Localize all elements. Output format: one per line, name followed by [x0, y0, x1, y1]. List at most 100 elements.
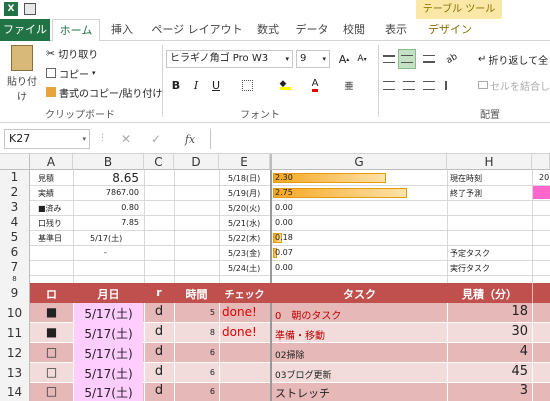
row-header[interactable]: 10	[0, 303, 30, 323]
table-header-estimate[interactable]: 見積（分）	[447, 286, 532, 302]
phonetic-button[interactable]: 亜	[338, 76, 360, 94]
column-header-a[interactable]: A	[30, 154, 73, 170]
name-box[interactable]: K27 ▾	[4, 129, 90, 149]
enter-icon[interactable]: ✓	[148, 131, 164, 147]
task-estimate[interactable]: 30	[447, 324, 528, 339]
task-checkbox[interactable]: ■	[30, 325, 73, 339]
task-checkbox[interactable]: □	[30, 365, 73, 379]
font-size-select[interactable]: 9 ▾	[296, 50, 330, 68]
italic-button[interactable]: I	[188, 76, 204, 94]
task-date[interactable]: 5/17(土)	[73, 305, 144, 322]
task-name[interactable]: 準備・移動	[275, 327, 325, 342]
task-name[interactable]: 0 朝のタスク	[275, 307, 341, 322]
tab-file[interactable]: ファイル	[0, 19, 50, 41]
tab-formulas[interactable]: 数式	[248, 19, 288, 41]
task-time[interactable]: 5	[174, 308, 215, 317]
task-time[interactable]: 8	[174, 328, 215, 337]
column-header-d[interactable]: D	[174, 154, 219, 170]
row-header[interactable]: 9	[0, 283, 30, 303]
row-header[interactable]: 11	[0, 323, 30, 343]
task-date[interactable]: 5/17(土)	[73, 345, 144, 362]
row-header[interactable]: 1	[0, 170, 30, 185]
wrap-text-button[interactable]: ↵ 折り返して全	[478, 50, 550, 68]
task-time[interactable]: 6	[174, 368, 215, 377]
task-estimate[interactable]: 4	[447, 344, 528, 359]
column-header-e[interactable]: E	[219, 154, 270, 170]
merge-button[interactable]: セルを結合し	[478, 76, 550, 94]
tab-page-layout[interactable]: ページ レイアウト	[148, 19, 246, 41]
task-checkbox[interactable]: ■	[30, 305, 73, 319]
align-center-button[interactable]	[400, 76, 418, 94]
align-bottom-button[interactable]	[420, 50, 438, 68]
borders-button[interactable]	[236, 76, 258, 94]
align-right-button[interactable]	[420, 76, 438, 94]
task-estimate[interactable]: 3	[447, 383, 528, 398]
row-header[interactable]: 5	[0, 230, 30, 245]
task-name[interactable]: ストレッチ	[275, 385, 330, 401]
row-header[interactable]: 12	[0, 343, 30, 363]
task-date[interactable]: 5/17(土)	[73, 384, 144, 401]
tab-review[interactable]: 校閲	[336, 19, 372, 41]
task-r[interactable]: d	[144, 383, 174, 398]
align-left-button[interactable]	[380, 76, 398, 94]
align-middle-button[interactable]	[398, 49, 416, 69]
row-header[interactable]: 13	[0, 363, 30, 383]
task-r[interactable]: d	[144, 324, 174, 339]
tab-home[interactable]: ホーム	[52, 19, 100, 41]
bold-button[interactable]: B	[168, 76, 184, 94]
tab-data[interactable]: データ	[292, 19, 332, 41]
font-color-button[interactable]: A	[304, 76, 326, 94]
tab-design[interactable]: デザイン	[420, 19, 480, 41]
task-checkbox[interactable]: □	[30, 384, 73, 398]
column-header-i[interactable]	[532, 154, 550, 170]
row-header[interactable]: 3	[0, 200, 30, 215]
tab-insert[interactable]: 挿入	[104, 19, 140, 41]
cancel-icon[interactable]: ✕	[118, 131, 134, 147]
save-icon[interactable]	[24, 3, 36, 15]
row-header[interactable]: 14	[0, 383, 30, 401]
task-r[interactable]: d	[144, 304, 174, 319]
table-header-check[interactable]: チェック	[219, 286, 270, 301]
task-check[interactable]: done!	[222, 305, 257, 319]
task-name[interactable]: 03ブログ更新	[275, 368, 331, 381]
row-header[interactable]: 4	[0, 215, 30, 230]
font-name-select[interactable]: ヒラギノ角ゴ Pro W3 ▾	[166, 50, 293, 68]
indent-button[interactable]	[442, 76, 460, 94]
spreadsheet-grid[interactable]: A B C D E G H 1 2 3 4 5 6 7 8 9 10 11 12…	[0, 154, 550, 401]
task-r[interactable]: d	[144, 344, 174, 359]
table-header-task[interactable]: タスク	[272, 286, 447, 302]
table-header-box[interactable]: ロ	[30, 286, 73, 302]
excel-icon[interactable]: X	[4, 2, 18, 16]
table-header-date[interactable]: 月日	[73, 286, 144, 302]
column-header-b[interactable]: B	[73, 154, 144, 170]
copy-button[interactable]: コピー ▾	[46, 65, 96, 81]
task-name[interactable]: 02掃除	[275, 348, 304, 361]
table-header-r[interactable]: r	[144, 286, 174, 299]
column-header-h[interactable]: H	[447, 154, 532, 170]
cut-button[interactable]: ✂ 切り取り	[46, 45, 98, 61]
task-time[interactable]: 6	[174, 387, 215, 396]
row-header[interactable]: 7	[0, 260, 30, 275]
task-estimate[interactable]: 45	[447, 364, 528, 379]
format-painter-button[interactable]: 書式のコピー/貼り付け	[46, 84, 162, 100]
table-header-time[interactable]: 時間	[174, 286, 219, 302]
task-estimate[interactable]: 18	[447, 304, 528, 319]
column-header-g[interactable]: G	[270, 154, 447, 170]
fill-color-button[interactable]: ◆	[274, 76, 296, 94]
task-r[interactable]: d	[144, 364, 174, 379]
row-header[interactable]: 6	[0, 245, 30, 260]
task-date[interactable]: 5/17(土)	[73, 365, 144, 382]
increase-font-button[interactable]: A ▴	[336, 50, 352, 68]
column-header-c[interactable]: C	[144, 154, 174, 170]
underline-button[interactable]: U	[208, 76, 224, 94]
tab-view[interactable]: 表示	[378, 19, 414, 41]
decrease-font-button[interactable]: A ▾	[354, 50, 370, 68]
row-header[interactable]: 2	[0, 185, 30, 200]
orientation-button[interactable]: ab	[439, 46, 465, 72]
paste-button[interactable]: 貼り付け	[4, 43, 40, 105]
select-all-corner[interactable]	[0, 154, 30, 170]
task-date[interactable]: 5/17(土)	[73, 325, 144, 342]
align-top-button[interactable]	[380, 50, 398, 68]
task-check[interactable]: done!	[222, 325, 257, 339]
task-checkbox[interactable]: □	[30, 345, 73, 359]
